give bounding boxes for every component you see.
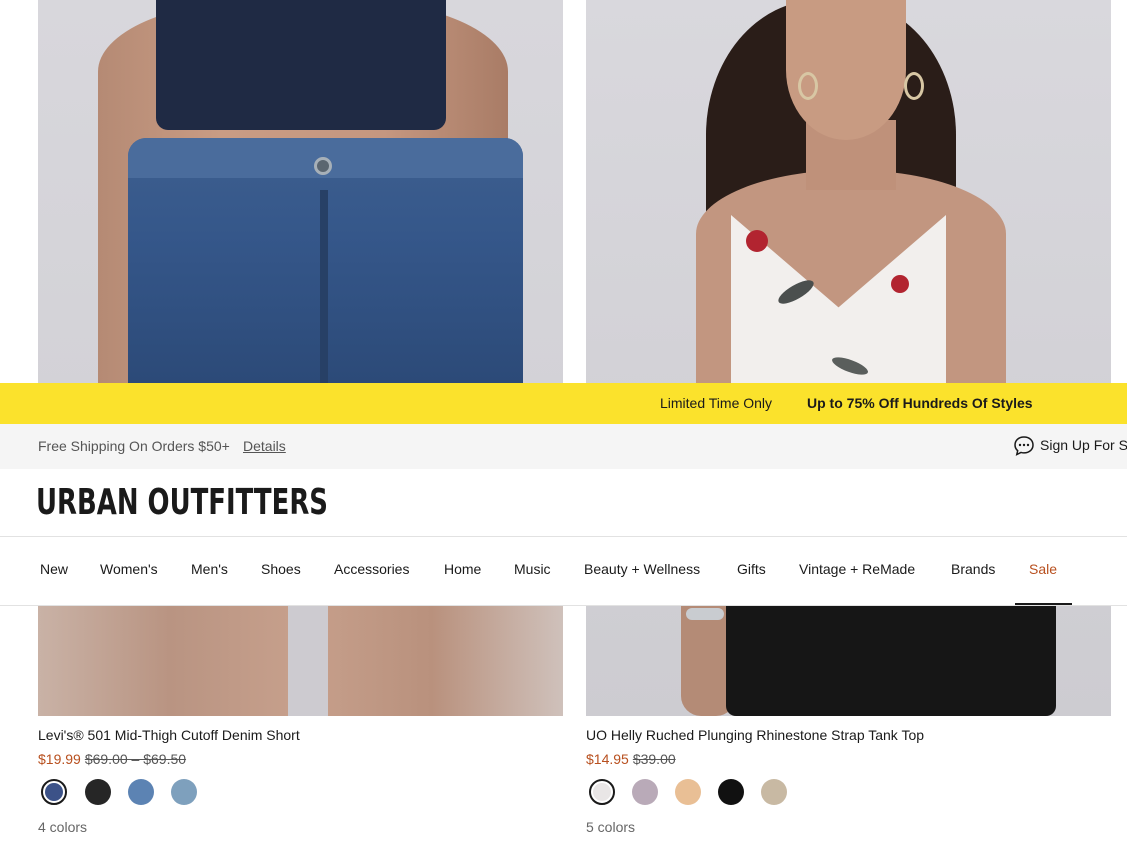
model-face (786, 0, 906, 140)
rose-print (891, 275, 909, 293)
nav-item-new[interactable]: New (40, 561, 68, 577)
color-swatch[interactable] (675, 779, 701, 805)
chat-bubble-icon[interactable] (1013, 435, 1035, 457)
product-image-tank-top[interactable] (586, 0, 1111, 716)
color-swatch[interactable] (171, 779, 197, 805)
nav-item-brands[interactable]: Brands (951, 561, 995, 577)
shipping-text: Free Shipping On Orders $50+ (38, 438, 230, 454)
nav-item-shoes[interactable]: Shoes (261, 561, 301, 577)
sale-price: $19.99 (38, 751, 81, 767)
product-title[interactable]: UO Helly Ruched Plunging Rhinestone Stra… (586, 727, 924, 743)
main-nav: New Women's Men's Shoes Accessories Home… (0, 537, 1127, 606)
original-price: $69.00 – $69.50 (84, 751, 187, 767)
nav-item-gifts[interactable]: Gifts (737, 561, 766, 577)
promo-banner[interactable]: Limited Time Only Up to 75% Off Hundreds… (0, 383, 1127, 424)
product-image-denim-short[interactable] (38, 0, 563, 716)
legs-gap (288, 605, 328, 716)
earring-left (798, 72, 818, 100)
navy-tank (156, 0, 446, 130)
nav-item-beauty-wellness[interactable]: Beauty + Wellness (584, 561, 700, 577)
promo-offer[interactable]: Up to 75% Off Hundreds Of Styles (807, 395, 1033, 411)
signup-link[interactable]: Sign Up For S (1040, 437, 1127, 453)
product-price: $14.95 $39.00 (586, 751, 676, 767)
color-swatch[interactable] (761, 779, 787, 805)
color-count: 4 colors (38, 819, 88, 835)
bracelet (686, 608, 724, 620)
nav-item-accessories[interactable]: Accessories (334, 561, 409, 577)
denim-fly (320, 190, 328, 383)
brand-logo[interactable]: URBAN OUTFITTERS (36, 482, 328, 523)
nav-active-indicator (1015, 603, 1072, 605)
color-count: 5 colors (586, 819, 636, 835)
black-skirt (726, 605, 1056, 716)
shipping-bar: Free Shipping On Orders $50+ Details Sig… (0, 424, 1127, 469)
nav-item-mens[interactable]: Men's (191, 561, 228, 577)
rose-print (746, 230, 768, 252)
header: URBAN OUTFITTERS (0, 469, 1127, 537)
color-swatch[interactable] (128, 779, 154, 805)
color-swatch[interactable] (718, 779, 744, 805)
denim-button (314, 157, 332, 175)
color-swatch[interactable] (632, 779, 658, 805)
nav-item-vintage-remade[interactable]: Vintage + ReMade (799, 561, 915, 577)
nav-item-womens[interactable]: Women's (100, 561, 158, 577)
shipping-details-link[interactable]: Details (243, 438, 286, 454)
color-swatch[interactable] (589, 779, 615, 805)
earring-right (904, 72, 924, 100)
product-price: $19.99 $69.00 – $69.50 (38, 751, 186, 767)
color-swatch[interactable] (41, 779, 67, 805)
nav-item-music[interactable]: Music (514, 561, 551, 577)
original-price: $39.00 (632, 751, 676, 767)
product-title[interactable]: Levi's® 501 Mid-Thigh Cutoff Denim Short (38, 727, 300, 743)
sale-price: $14.95 (586, 751, 629, 767)
nav-item-home[interactable]: Home (444, 561, 481, 577)
color-swatch[interactable] (85, 779, 111, 805)
promo-label: Limited Time Only (660, 395, 773, 411)
nav-item-sale[interactable]: Sale (1029, 561, 1057, 577)
